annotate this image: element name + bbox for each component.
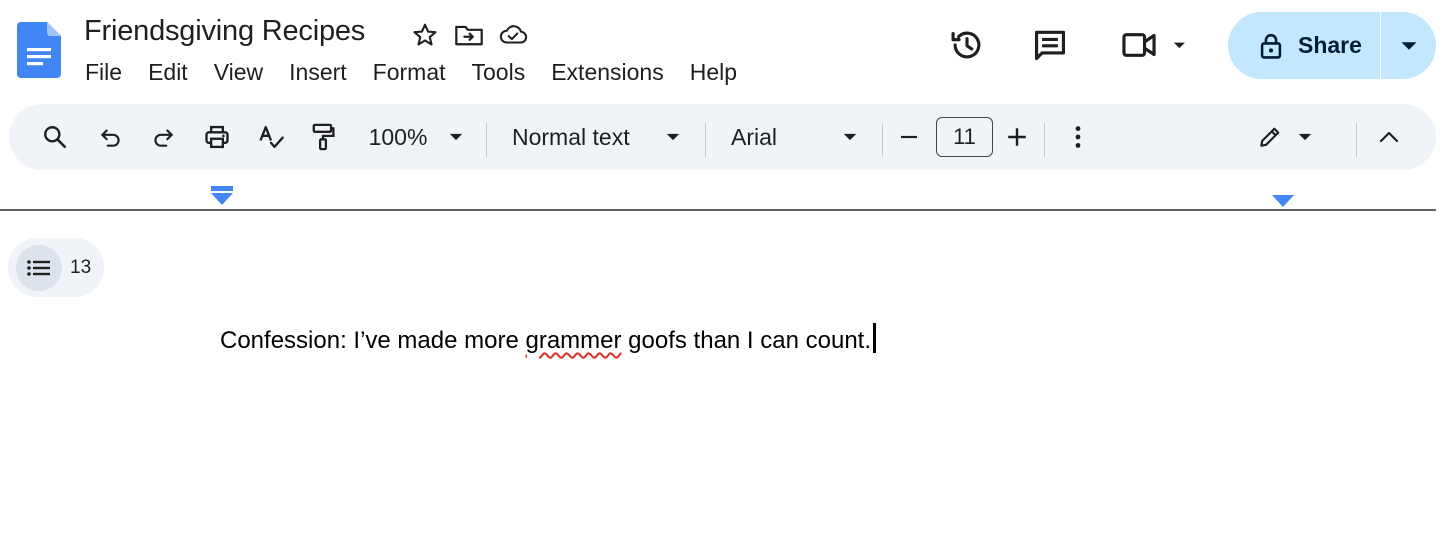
comments-icon[interactable] xyxy=(1030,25,1070,65)
redo-icon[interactable] xyxy=(145,104,181,170)
text-segment: Confession: I’ve made more xyxy=(220,327,526,354)
meet-video-icon[interactable] xyxy=(1118,25,1198,65)
menu-tools[interactable]: Tools xyxy=(459,59,539,86)
search-icon[interactable] xyxy=(37,104,73,170)
version-history-icon[interactable] xyxy=(947,25,987,65)
menu-file[interactable]: File xyxy=(72,59,135,86)
increase-font-size-icon[interactable] xyxy=(1004,104,1030,170)
docs-logo-icon[interactable] xyxy=(17,22,61,78)
share-dropdown-button[interactable] xyxy=(1381,12,1436,79)
move-to-folder-icon[interactable] xyxy=(454,20,484,50)
document-outline-button[interactable]: 13 xyxy=(8,238,104,297)
toolbar-divider xyxy=(882,123,883,157)
undo-icon[interactable] xyxy=(93,104,129,170)
toolbar-divider xyxy=(1044,123,1045,157)
decrease-font-size-icon[interactable] xyxy=(896,104,922,170)
menu-extensions[interactable]: Extensions xyxy=(538,59,677,86)
style-dropdown-icon[interactable] xyxy=(660,104,686,170)
share-button-group: Share xyxy=(1228,12,1436,79)
share-divider xyxy=(1380,12,1381,79)
chevron-down-icon xyxy=(1401,41,1416,50)
toolbar: 100% Normal text Arial 11 xyxy=(9,104,1436,170)
text-cursor xyxy=(873,323,877,353)
more-options-icon[interactable] xyxy=(1066,104,1090,170)
editing-mode-dropdown-icon[interactable] xyxy=(1292,104,1318,170)
share-button[interactable]: Share xyxy=(1228,12,1380,79)
font-dropdown-icon[interactable] xyxy=(837,104,863,170)
toolbar-divider xyxy=(1356,123,1357,157)
share-label: Share xyxy=(1298,32,1362,58)
outline-icon-container xyxy=(16,244,62,291)
menu-format[interactable]: Format xyxy=(360,59,459,86)
right-indent-marker-icon[interactable] xyxy=(1272,195,1294,208)
menubar: File Edit View Insert Format Tools Exten… xyxy=(72,56,750,88)
cloud-saved-icon[interactable] xyxy=(498,20,528,50)
paragraph-style-select[interactable]: Normal text xyxy=(512,104,652,170)
outline-count: 13 xyxy=(70,256,92,278)
font-size-input[interactable]: 11 xyxy=(936,117,993,157)
spellcheck-icon[interactable] xyxy=(253,104,289,170)
print-icon[interactable] xyxy=(199,104,235,170)
menu-view[interactable]: View xyxy=(201,59,276,86)
menu-edit[interactable]: Edit xyxy=(135,59,201,86)
editing-mode-icon[interactable] xyxy=(1253,104,1287,170)
text-segment: goofs than I can count. xyxy=(621,327,872,354)
document-title[interactable]: Friendsgiving Recipes xyxy=(84,15,365,48)
zoom-value[interactable]: 100% xyxy=(365,104,431,170)
zoom-dropdown-icon[interactable] xyxy=(443,104,469,170)
lock-icon xyxy=(1260,33,1282,59)
menu-insert[interactable]: Insert xyxy=(276,59,360,86)
menu-help[interactable]: Help xyxy=(677,59,750,86)
ruler xyxy=(0,209,1436,211)
left-indent-marker-icon[interactable] xyxy=(211,186,233,206)
misspelled-word[interactable]: grammer xyxy=(525,327,621,354)
font-family-select[interactable]: Arial xyxy=(731,104,831,170)
list-icon xyxy=(27,259,50,276)
toolbar-divider xyxy=(705,123,706,157)
paint-format-icon[interactable] xyxy=(305,104,341,170)
collapse-menus-icon[interactable] xyxy=(1373,104,1405,170)
star-icon[interactable] xyxy=(410,20,440,50)
toolbar-divider xyxy=(486,123,487,157)
document-body-text[interactable]: Confession: I’ve made more grammer goofs… xyxy=(220,323,877,355)
